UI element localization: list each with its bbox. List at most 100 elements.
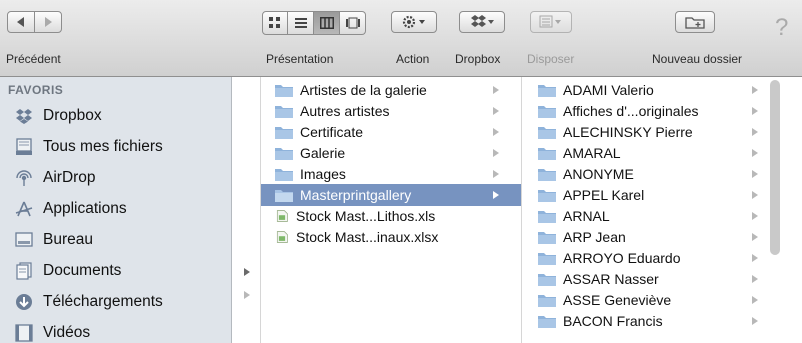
icon-view-icon bbox=[269, 17, 280, 28]
list-item[interactable]: ADAMI Valerio bbox=[522, 79, 762, 101]
folder-icon bbox=[538, 253, 556, 265]
disclosure-arrow-icon bbox=[752, 128, 758, 136]
back-arrow-icon bbox=[17, 17, 24, 27]
sidebar-item-label: Applications bbox=[43, 200, 127, 217]
folder-icon bbox=[538, 211, 556, 223]
folder-icon bbox=[538, 316, 556, 328]
list-item[interactable]: ANONYME bbox=[522, 163, 762, 185]
spreadsheet-file-icon bbox=[276, 231, 288, 243]
column-parent[interactable] bbox=[232, 77, 261, 343]
back-button[interactable] bbox=[7, 11, 35, 33]
disclosure-arrow-icon bbox=[752, 212, 758, 220]
sidebar-item-all-files[interactable]: Tous mes fichiers bbox=[14, 134, 163, 160]
spreadsheet-file-icon bbox=[276, 210, 288, 222]
list-item-label: Masterprintgallery bbox=[300, 187, 412, 203]
sidebar-item-airdrop[interactable]: AirDrop bbox=[14, 165, 96, 191]
sidebar-item-downloads[interactable]: Téléchargements bbox=[14, 289, 163, 315]
list-item-label: Images bbox=[300, 166, 346, 182]
view-segmented-control bbox=[262, 11, 366, 35]
coverflow-view-button[interactable] bbox=[340, 11, 366, 35]
list-view-icon bbox=[294, 18, 307, 28]
list-item-label: APPEL Karel bbox=[563, 187, 645, 203]
list-item[interactable]: ASSAR Nasser bbox=[522, 268, 762, 290]
new-folder-button[interactable] bbox=[675, 11, 715, 33]
folder-icon bbox=[275, 106, 293, 118]
arrange-button[interactable] bbox=[530, 11, 572, 33]
list-item[interactable]: BACON Francis bbox=[522, 310, 762, 332]
list-item-label: AMARAL bbox=[563, 145, 621, 161]
favorites-heading: FAVORIS bbox=[8, 83, 64, 97]
column-view-button[interactable] bbox=[314, 11, 340, 35]
sidebar-item-desktop[interactable]: Bureau bbox=[14, 227, 93, 253]
list-item-label: Affiches d'...originales bbox=[563, 103, 699, 119]
list-item[interactable]: ARP Jean bbox=[522, 226, 762, 248]
list-item[interactable]: AMARAL bbox=[522, 142, 762, 164]
list-item-selected[interactable]: Masterprintgallery bbox=[261, 184, 521, 206]
list-item[interactable]: APPEL Karel bbox=[522, 184, 762, 206]
forward-button[interactable] bbox=[34, 11, 62, 33]
folder-icon bbox=[538, 274, 556, 286]
toolbar: Précédent Présentation Action Dropbox Di… bbox=[0, 0, 802, 77]
disclosure-arrow-icon bbox=[493, 107, 499, 115]
list-item[interactable]: Stock Mast...inaux.xlsx bbox=[261, 226, 521, 248]
view-label: Présentation bbox=[266, 52, 334, 66]
list-item[interactable]: Artistes de la galerie bbox=[261, 79, 521, 101]
list-item-label: Stock Mast...Lithos.xls bbox=[296, 208, 436, 224]
sidebar-item-label: AirDrop bbox=[43, 169, 96, 186]
icon-view-button[interactable] bbox=[262, 11, 288, 35]
list-item[interactable]: ASSE Geneviève bbox=[522, 289, 762, 311]
list-item[interactable]: Galerie bbox=[261, 142, 521, 164]
disclosure-arrow-icon bbox=[493, 128, 499, 136]
list-item[interactable]: Affiches d'...originales bbox=[522, 100, 762, 122]
folder-icon bbox=[275, 85, 293, 97]
list-item[interactable]: ALECHINSKY Pierre bbox=[522, 121, 762, 143]
list-view-button[interactable] bbox=[288, 11, 314, 35]
sidebar-item-documents[interactable]: Documents bbox=[14, 258, 121, 284]
applications-icon bbox=[14, 199, 34, 219]
dropbox-toolbar-button[interactable] bbox=[459, 11, 505, 33]
disclosure-arrow-icon bbox=[752, 86, 758, 94]
disclosure-arrow-icon bbox=[752, 107, 758, 115]
folder-icon bbox=[538, 190, 556, 202]
action-button[interactable] bbox=[391, 11, 437, 33]
list-item[interactable]: Certificate bbox=[261, 121, 521, 143]
sidebar-item-applications[interactable]: Applications bbox=[14, 196, 127, 222]
list-item-label: ASSAR Nasser bbox=[563, 271, 659, 287]
sidebar-item-movies[interactable]: Vidéos bbox=[14, 320, 90, 343]
list-item-label: Autres artistes bbox=[300, 103, 390, 119]
new-folder-icon bbox=[685, 17, 705, 29]
list-item[interactable]: ARROYO Eduardo bbox=[522, 247, 762, 269]
column-artists[interactable]: ADAMI Valerio Affiches d'...originales A… bbox=[522, 77, 802, 343]
disclosure-arrow-icon bbox=[493, 86, 499, 94]
list-item[interactable]: Images bbox=[261, 163, 521, 185]
sidebar-item-label: Vidéos bbox=[43, 324, 91, 341]
list-item[interactable]: ARNAL bbox=[522, 205, 762, 227]
help-button[interactable]: ? bbox=[775, 14, 788, 42]
sidebar-item-label: Dropbox bbox=[43, 107, 102, 124]
vertical-scrollbar[interactable] bbox=[770, 80, 780, 255]
all-files-icon bbox=[14, 137, 34, 157]
list-item[interactable]: Autres artistes bbox=[261, 100, 521, 122]
list-item-label: Galerie bbox=[300, 145, 346, 161]
sidebar-item-label: Bureau bbox=[43, 231, 93, 248]
airdrop-icon bbox=[14, 168, 34, 188]
disclosure-arrow-icon bbox=[752, 170, 758, 178]
list-item[interactable]: Stock Mast...Lithos.xls bbox=[261, 205, 521, 227]
sidebar: FAVORIS Dropbox Tous mes fichiers AirDro… bbox=[0, 77, 232, 343]
disclosure-arrow-icon bbox=[752, 296, 758, 304]
list-item-label: ASSE Geneviève bbox=[563, 292, 672, 308]
disclosure-arrow-icon bbox=[752, 191, 758, 199]
action-label: Action bbox=[396, 52, 430, 66]
arrange-label: Disposer bbox=[527, 52, 575, 66]
list-item-label: Certificate bbox=[300, 124, 364, 140]
forward-arrow-icon bbox=[45, 17, 52, 27]
dropbox-icon bbox=[471, 15, 494, 27]
column-masterprint-contents[interactable]: Artistes de la galerie Autres artistes C… bbox=[261, 77, 522, 343]
disclosure-arrow-icon bbox=[752, 149, 758, 157]
folder-icon bbox=[538, 127, 556, 139]
column-view-icon bbox=[319, 17, 334, 29]
sidebar-item-dropbox[interactable]: Dropbox bbox=[14, 103, 102, 129]
disclosure-arrow-icon bbox=[493, 170, 499, 178]
list-item-label: ALECHINSKY Pierre bbox=[563, 124, 693, 140]
folder-icon bbox=[538, 106, 556, 118]
